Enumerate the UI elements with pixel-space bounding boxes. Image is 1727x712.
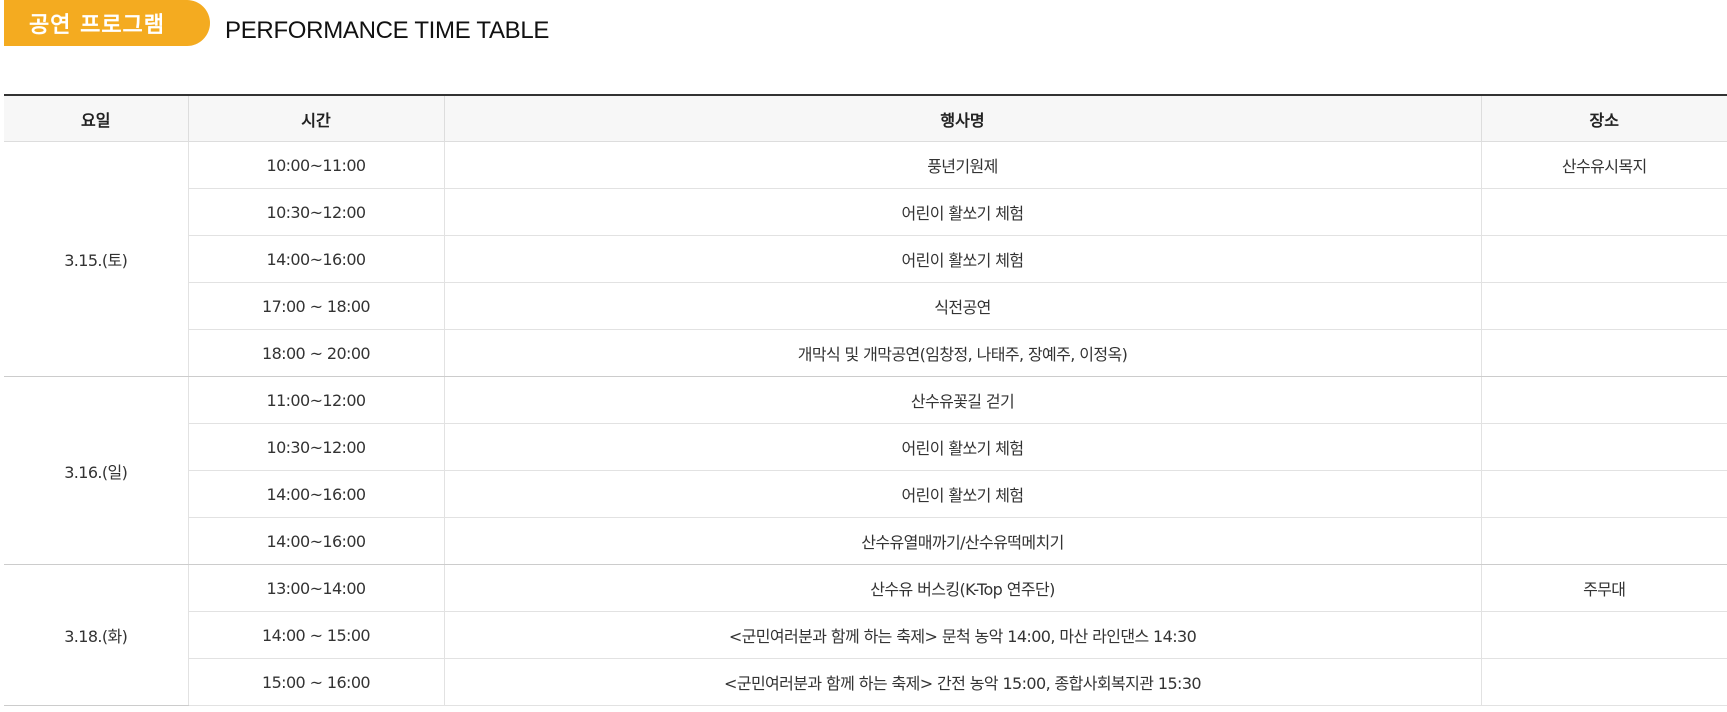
page-title: PERFORMANCE TIME TABLE [225,17,550,44]
event-cell: 산수유 버스킹(K-Top 연주단) [443,564,1481,612]
program-badge: 공연 프로그램 [4,0,210,46]
time-cell: 14:00 ~ 15:00 [187,611,444,659]
place-cell [1480,470,1727,518]
place-cell [1480,376,1727,424]
time-cell: 10:30~12:00 [187,423,444,471]
time-cell: 10:00~11:00 [187,141,444,189]
place-cell [1480,611,1727,659]
event-cell: 식전공연 [443,282,1481,330]
time-cell: 17:00 ~ 18:00 [187,282,444,330]
event-cell: <군민여러분과 함께 하는 축제> 간전 농악 15:00, 종합사회복지관 1… [443,658,1481,706]
event-cell: 어린이 활쏘기 체험 [443,470,1481,518]
table-row: 3.18.(화) 13:00~14:00 산수유 버스킹(K-Top 연주단) … [4,564,1727,706]
table-row: 3.15.(토) 10:00~11:00 풍년기원제 산수유시목지 [4,141,1727,377]
time-cell: 15:00 ~ 16:00 [187,658,444,706]
time-cell: 14:00~16:00 [187,235,444,283]
event-cell: 풍년기원제 [443,141,1481,189]
column-header-time: 시간 [187,95,444,142]
timetable-container: 요일 시간 행사명 장소 3.15.(토) 10:00~11:00 풍년기원제 … [4,94,1727,706]
table-row: 14:00~16:00 어린이 활쏘기 체험 [4,235,1727,283]
time-cell: 10:30~12:00 [187,188,444,236]
place-cell [1480,235,1727,283]
event-cell: <군민여러분과 함께 하는 축제> 문척 농악 14:00, 마산 라인댄스 1… [443,611,1481,659]
event-cell: 어린이 활쏘기 체험 [443,188,1481,236]
time-cell: 11:00~12:00 [187,376,444,424]
table-row: 14:00~16:00 산수유열매까기/산수유떡메치기 [4,517,1727,565]
time-cell: 14:00~16:00 [187,517,444,565]
table-row: 3.16.(일) 11:00~12:00 산수유꽃길 걷기 [4,376,1727,565]
timetable-body: 3.15.(토) 10:00~11:00 풍년기원제 산수유시목지 10:30~… [4,141,1727,706]
place-cell [1480,329,1727,377]
table-row: 14:00 ~ 15:00 <군민여러분과 함께 하는 축제> 문척 농악 14… [4,611,1727,659]
column-header-place: 장소 [1480,95,1727,142]
section-header: 공연 프로그램 PERFORMANCE TIME TABLE [4,0,1727,46]
event-cell: 어린이 활쏘기 체험 [443,235,1481,283]
event-cell: 어린이 활쏘기 체험 [443,423,1481,471]
performance-timetable: 요일 시간 행사명 장소 3.15.(토) 10:00~11:00 풍년기원제 … [4,94,1727,706]
column-header-event: 행사명 [443,95,1481,142]
event-cell: 산수유열매까기/산수유떡메치기 [443,517,1481,565]
table-row: 10:30~12:00 어린이 활쏘기 체험 [4,188,1727,236]
place-cell [1480,423,1727,471]
table-row: 15:00 ~ 16:00 <군민여러분과 함께 하는 축제> 간전 농악 15… [4,658,1727,706]
event-cell: 산수유꽃길 걷기 [443,376,1481,424]
day-cell: 3.18.(화) [4,564,188,706]
time-cell: 13:00~14:00 [187,564,444,612]
header-row: 요일 시간 행사명 장소 [4,95,1727,142]
time-cell: 14:00~16:00 [187,470,444,518]
event-cell: 개막식 및 개막공연(임창정, 나태주, 장예주, 이정옥) [443,329,1481,377]
table-row: 14:00~16:00 어린이 활쏘기 체험 [4,470,1727,518]
table-row: 10:30~12:00 어린이 활쏘기 체험 [4,423,1727,471]
place-cell [1480,188,1727,236]
day-cell: 3.16.(일) [4,376,188,565]
table-row: 17:00 ~ 18:00 식전공연 [4,282,1727,330]
day-cell: 3.15.(토) [4,141,188,377]
time-cell: 18:00 ~ 20:00 [187,329,444,377]
program-badge-label: 공연 프로그램 [28,13,166,38]
timetable-header: 요일 시간 행사명 장소 [4,95,1727,142]
table-row: 18:00 ~ 20:00 개막식 및 개막공연(임창정, 나태주, 장예주, … [4,329,1727,377]
column-header-day: 요일 [4,95,188,142]
place-cell [1480,658,1727,706]
place-cell [1480,517,1727,565]
place-cell [1480,282,1727,330]
place-cell: 주무대 [1480,564,1727,612]
place-cell: 산수유시목지 [1480,141,1727,189]
